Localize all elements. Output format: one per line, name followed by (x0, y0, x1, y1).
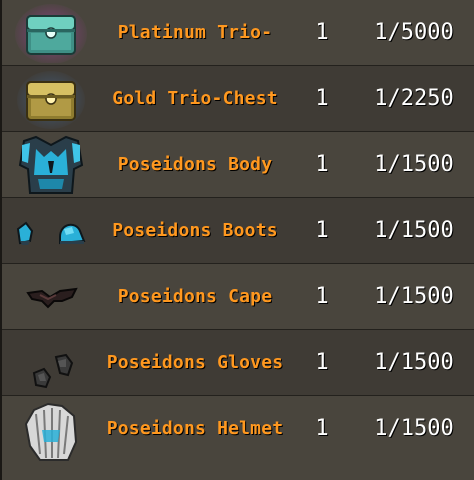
poseidons-body-icon (14, 135, 88, 195)
item-name: Poseidons Body (117, 154, 273, 175)
drop-row[interactable]: Poseidons Helmet 1 1/1500 (2, 396, 474, 480)
item-rarity: 1/2250 (374, 86, 454, 111)
drop-row[interactable]: Gold Trio-Chest 1 1/2250 (2, 66, 474, 132)
item-name: Poseidons Gloves (106, 352, 284, 373)
drop-row[interactable]: Platinum Trio-Chest 1 1/5000 (2, 0, 474, 109)
item-name: Gold Trio-Chest (112, 88, 278, 109)
item-quantity: 1 (315, 86, 329, 111)
poseidons-cape-icon (14, 267, 88, 327)
gold-chest-icon (14, 69, 88, 129)
item-rarity: 1/1500 (374, 350, 454, 375)
drop-row[interactable]: Poseidons Cape 1 1/1500 (2, 264, 474, 330)
item-name: Poseidons Cape (117, 286, 273, 307)
item-rarity: 1/5000 (374, 20, 454, 45)
item-quantity: 1 (315, 152, 329, 177)
item-rarity: 1/1500 (374, 218, 454, 243)
item-quantity: 1 (315, 350, 329, 375)
item-rarity: 1/1500 (374, 416, 454, 441)
item-quantity: 1 (315, 218, 329, 243)
item-name: Poseidons Boots (112, 220, 278, 241)
item-rarity: 1/1500 (374, 284, 454, 309)
poseidons-boots-icon (14, 201, 88, 261)
item-quantity: 1 (315, 20, 329, 45)
item-name: Platinum Trio-Chest (117, 22, 273, 109)
drop-row[interactable]: Poseidons Gloves 1 1/1500 (2, 330, 474, 396)
drop-row[interactable]: Poseidons Body 1 1/1500 (2, 132, 474, 198)
platinum-chest-icon (14, 3, 88, 64)
item-rarity: 1/1500 (374, 152, 454, 177)
poseidons-gloves-icon (14, 333, 88, 393)
poseidons-helmet-icon (14, 402, 88, 462)
item-name: Poseidons Helmet (106, 418, 284, 439)
item-quantity: 1 (315, 416, 329, 441)
drop-table: Platinum Trio-Chest 1 1/5000 Gold (0, 0, 474, 480)
item-quantity: 1 (315, 284, 329, 309)
drop-row[interactable]: Poseidons Boots 1 1/1500 (2, 198, 474, 264)
